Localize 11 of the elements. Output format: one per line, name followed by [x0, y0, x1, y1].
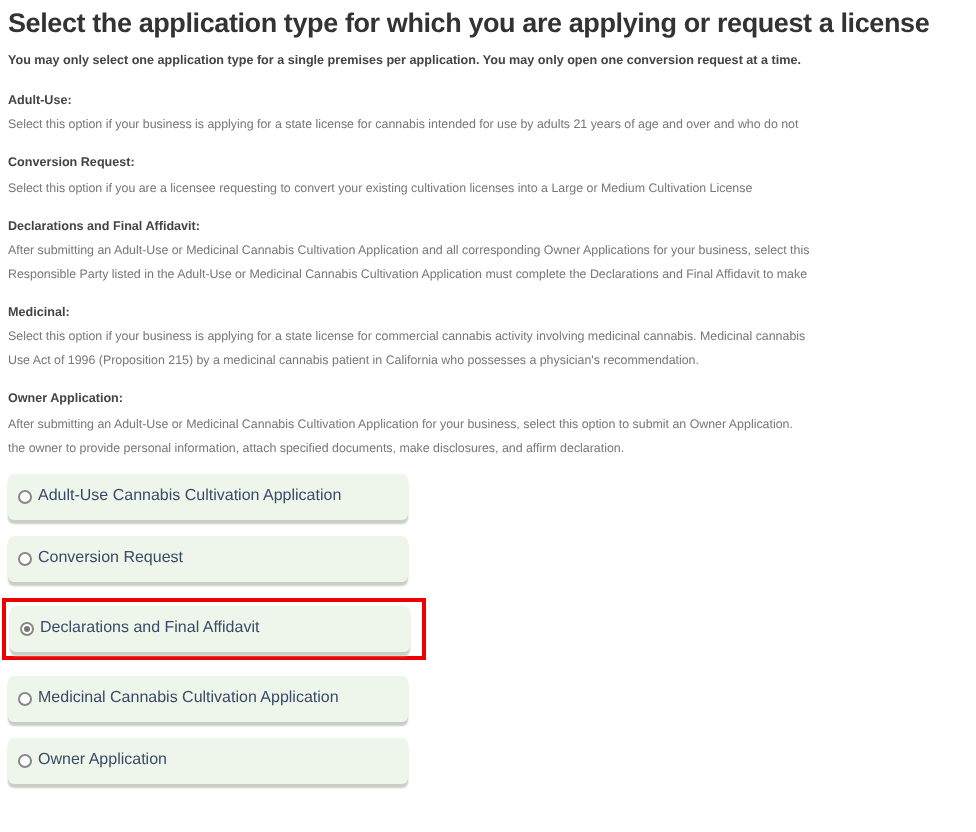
page-title: Select the application type for which you are applying or request a license [8, 6, 932, 42]
radio-option[interactable]: Adult-Use Cannabis Cultivation Application [8, 473, 408, 520]
radio-option[interactable]: Owner Application [8, 737, 408, 784]
radio-button[interactable] [18, 691, 32, 706]
radio-button[interactable] [18, 489, 32, 504]
radio-button[interactable] [18, 753, 32, 768]
radio-option[interactable]: Medicinal Cannabis Cultivation Application [8, 675, 408, 722]
radio-button[interactable] [20, 621, 34, 636]
radio-option[interactable]: Conversion Request [8, 535, 408, 582]
radio-option[interactable]: Declarations and Final Affidavit [10, 605, 410, 652]
radio-button[interactable] [18, 551, 32, 566]
